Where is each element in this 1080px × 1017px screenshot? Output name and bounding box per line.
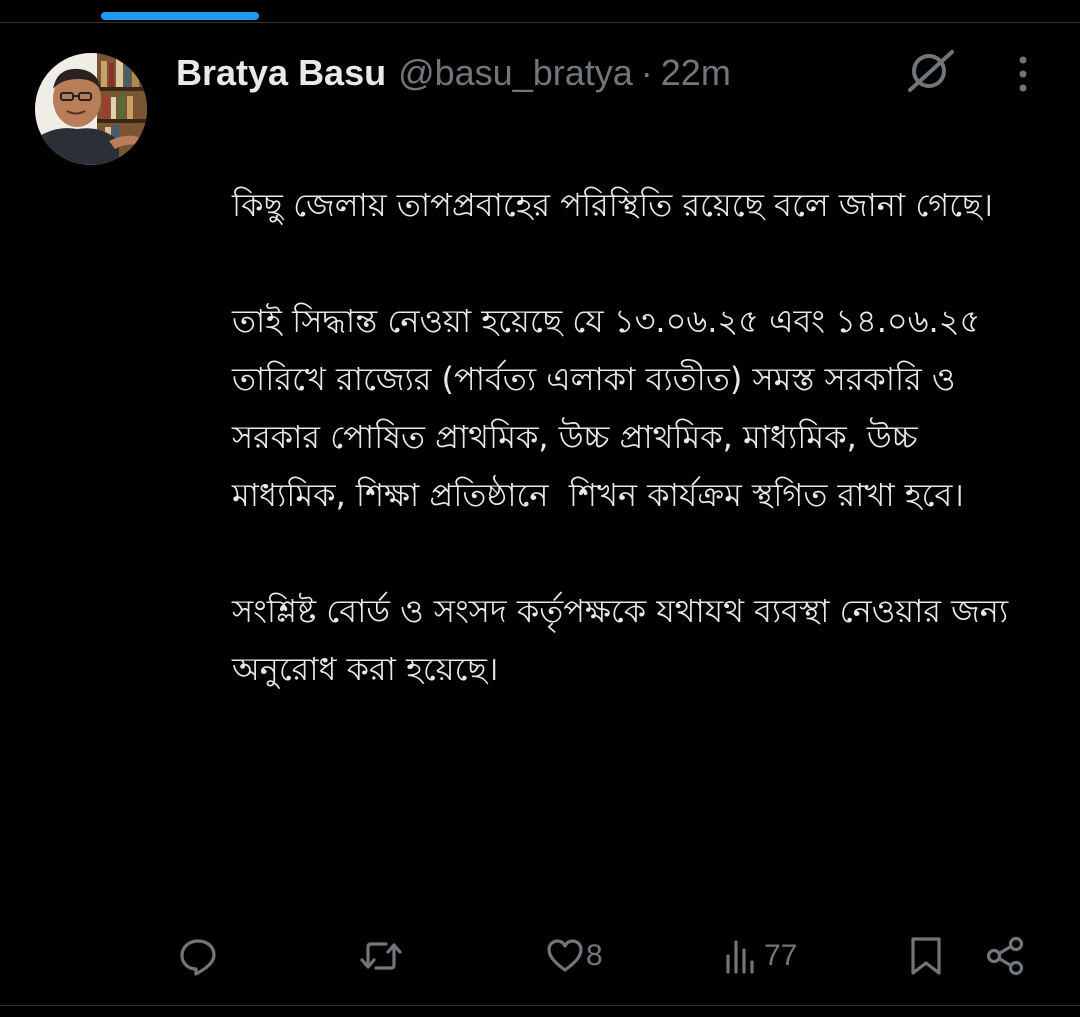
tweet-body: কিছু জেলায় তাপপ্রবাহের পরিস্থিতি রয়েছে…: [232, 176, 1022, 698]
views-icon: [726, 940, 754, 974]
tweet-paragraph: সংশ্লিষ্ট বোর্ড ও সংসদ কর্তৃপক্ষকে যথাযথ…: [232, 592, 1019, 688]
top-divider: [0, 22, 1080, 23]
separator-dot: ·: [640, 52, 653, 93]
share-button[interactable]: [984, 930, 1026, 982]
bottom-divider: [0, 1005, 1080, 1006]
author-handle[interactable]: @basu_bratya: [398, 52, 633, 94]
bookmark-button[interactable]: [908, 930, 944, 982]
heart-icon: [547, 939, 583, 972]
tweet-timestamp[interactable]: 22m: [661, 52, 731, 94]
reply-icon: [180, 939, 216, 976]
tweet-header: Bratya Basu @basu_bratya · 22m: [176, 48, 731, 98]
like-count: 8: [586, 939, 603, 972]
reply-button[interactable]: [178, 930, 218, 982]
tweet-action-bar: 8 77: [0, 930, 1080, 982]
avatar[interactable]: [35, 53, 147, 165]
retweet-button[interactable]: [358, 930, 404, 982]
grok-icon[interactable]: [904, 48, 956, 94]
view-count: 77: [764, 939, 798, 972]
views-button[interactable]: 77: [722, 930, 797, 982]
bookmark-icon: [911, 937, 941, 975]
retweet-icon: [360, 942, 402, 970]
author-display-name[interactable]: Bratya Basu: [176, 52, 386, 94]
more-options-icon[interactable]: [1006, 52, 1040, 96]
tweet-paragraph: কিছু জেলায় তাপপ্রবাহের পরিস্থিতি রয়েছে…: [232, 186, 993, 224]
active-tab-indicator: [101, 12, 259, 20]
avatar-image: [35, 53, 147, 165]
like-button[interactable]: 8: [546, 930, 603, 982]
tweet-paragraph: তাই সিদ্ধান্ত নেওয়া হয়েছে যে ১৩.০৬.২৫ …: [232, 302, 991, 514]
share-icon: [986, 936, 1024, 976]
